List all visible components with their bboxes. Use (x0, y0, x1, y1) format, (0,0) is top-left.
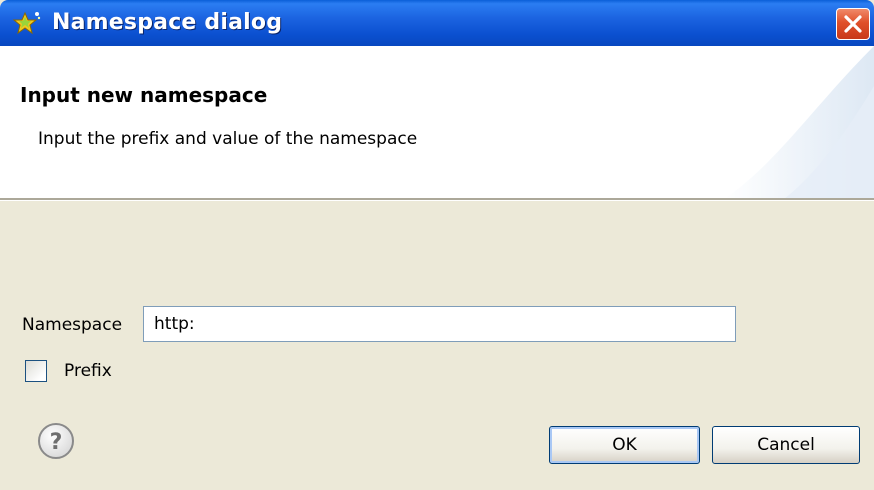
cancel-button[interactable]: Cancel (712, 426, 860, 464)
page-description: Input the prefix and value of the namesp… (38, 129, 418, 149)
page-title: Input new namespace (20, 83, 268, 107)
namespace-dialog: Namespace dialog Input new namespace Inp… (0, 0, 874, 490)
prefix-label[interactable]: Prefix (64, 356, 112, 386)
close-button[interactable] (836, 8, 870, 40)
wizard-star-icon (12, 9, 42, 39)
header-divider (0, 198, 874, 201)
help-icon[interactable]: ? (37, 422, 75, 460)
svg-text:?: ? (50, 430, 63, 455)
namespace-input[interactable] (143, 306, 736, 342)
namespace-label: Namespace (22, 315, 123, 335)
prefix-checkbox[interactable] (25, 360, 47, 382)
ok-button[interactable]: OK (549, 426, 700, 464)
title-bar[interactable]: Namespace dialog (0, 0, 874, 46)
banner-decoration (724, 46, 874, 199)
window-title: Namespace dialog (52, 10, 283, 35)
header-banner: Input new namespace Input the prefix and… (0, 46, 874, 199)
